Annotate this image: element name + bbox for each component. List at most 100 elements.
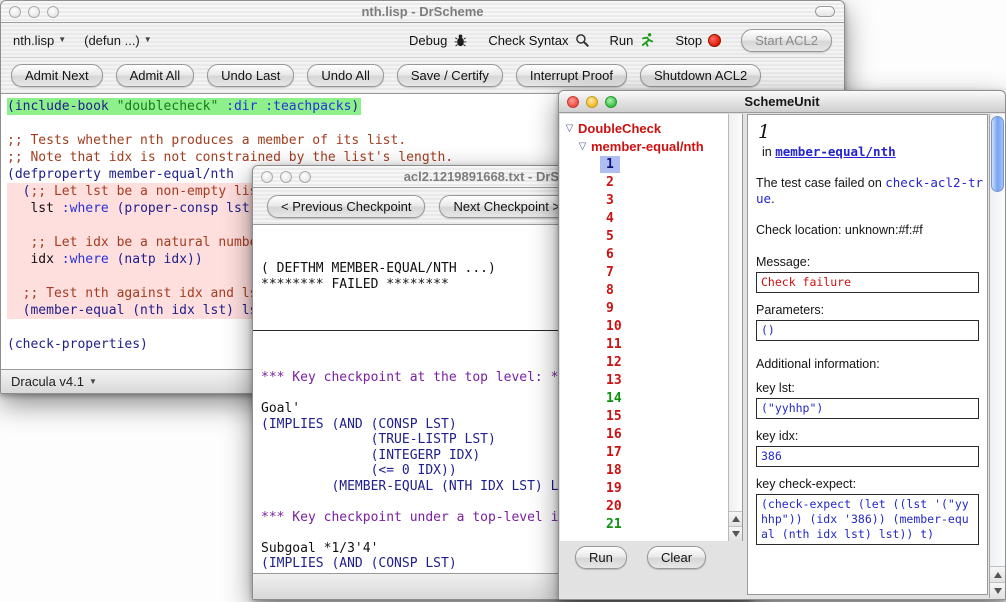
tree-case-14[interactable]: 14 <box>560 389 728 407</box>
w3-titlebar[interactable]: SchemeUnit <box>559 91 1005 113</box>
editor-line: ;; Let idx be a natural number. <box>7 234 271 251</box>
acl2-button-admit-next[interactable]: Admit Next <box>11 64 103 87</box>
additional-info-fields: key lst:("yyhhp")key idx:386key check-ex… <box>756 381 979 545</box>
arrow-down-icon <box>994 588 1002 594</box>
w3-body: ▽ DoubleCheck ▽ member-equal/nth 1234567… <box>559 113 1005 599</box>
file-popup-menu[interactable]: nth.lisp ▼ <box>13 33 66 48</box>
test-detail-panel[interactable]: 1 in member-equal/nth The test case fail… <box>747 114 988 595</box>
w1-close-button[interactable] <box>9 6 21 18</box>
tree-case-19[interactable]: 19 <box>560 479 728 497</box>
run-button[interactable]: Run <box>610 32 656 48</box>
case-number-label: 15 <box>600 408 628 425</box>
w1-minimize-button[interactable] <box>28 6 40 18</box>
case-number-label: 10 <box>600 318 628 335</box>
tree-scrollbar[interactable] <box>728 114 742 541</box>
bug-icon <box>453 33 468 48</box>
defun-popup-menu[interactable]: (defun ...) ▼ <box>84 33 152 48</box>
dropdown-caret-icon: ▼ <box>58 36 66 44</box>
next-checkpoint-button[interactable]: Next Checkpoint > <box>439 195 574 218</box>
case-number: 1 <box>758 121 979 143</box>
tree-case-5[interactable]: 5 <box>560 227 728 245</box>
test-tree[interactable]: ▽ DoubleCheck ▽ member-equal/nth 1234567… <box>560 114 728 541</box>
case-number-label: 9 <box>600 300 620 317</box>
w3-zoom-button[interactable] <box>605 96 617 108</box>
acl2-button-undo-all[interactable]: Undo All <box>307 64 383 87</box>
case-group-link[interactable]: member-equal/nth <box>775 144 895 159</box>
stop-icon <box>708 34 721 47</box>
message-value: Check failure <box>756 272 979 293</box>
detail-field-value: (check-expect (let ((lst '("yyhhp")) (id… <box>756 494 979 545</box>
check-syntax-button[interactable]: Check Syntax <box>488 33 589 48</box>
disclosure-triangle-icon[interactable]: ▽ <box>564 123 575 134</box>
case-context-line: in member-equal/nth <box>762 144 979 159</box>
scroll-down-button[interactable] <box>729 526 742 541</box>
w2-zoom-button[interactable] <box>299 171 311 183</box>
w3-minimize-button[interactable] <box>586 96 598 108</box>
tree-node-member-equal-nth[interactable]: ▽ member-equal/nth <box>560 137 728 155</box>
case-number-label: 12 <box>600 354 628 371</box>
acl2-button-undo-last[interactable]: Undo Last <box>207 64 294 87</box>
tree-case-15[interactable]: 15 <box>560 407 728 425</box>
schemeunit-window: SchemeUnit ▽ DoubleCheck ▽ member-equal/… <box>558 90 1006 600</box>
tree-case-21[interactable]: 21 <box>560 515 728 533</box>
additional-info-label: Additional information: <box>756 357 979 371</box>
tree-case-16[interactable]: 16 <box>560 425 728 443</box>
disclosure-triangle-icon[interactable]: ▽ <box>577 141 588 152</box>
detail-field-value: 386 <box>756 446 979 467</box>
acl2-button-shutdown-acl2[interactable]: Shutdown ACL2 <box>640 64 761 87</box>
run-tests-button[interactable]: Run <box>575 546 627 569</box>
case-number-label: 20 <box>600 498 628 515</box>
tree-case-3[interactable]: 3 <box>560 191 728 209</box>
arrow-up-icon <box>732 516 740 522</box>
dropdown-caret-icon: ▼ <box>144 36 152 44</box>
scroll-up-button[interactable] <box>729 511 742 526</box>
w1-zoom-button[interactable] <box>47 6 59 18</box>
test-tree-panel: ▽ DoubleCheck ▽ member-equal/nth 1234567… <box>560 114 743 541</box>
acl2-button-admit-all[interactable]: Admit All <box>116 64 195 87</box>
acl2-button-interrupt-proof[interactable]: Interrupt Proof <box>516 64 627 87</box>
w2-close-button[interactable] <box>261 171 273 183</box>
editor-line: lst :where (proper-consp lst) <box>7 200 271 217</box>
tree-case-9[interactable]: 9 <box>560 299 728 317</box>
tree-case-10[interactable]: 10 <box>560 317 728 335</box>
tree-case-6[interactable]: 6 <box>560 245 728 263</box>
clear-button[interactable]: Clear <box>647 546 706 569</box>
detail-field-label: key idx: <box>756 429 979 443</box>
arrow-up-icon <box>994 572 1002 578</box>
w1-toolbar-toggle-button[interactable] <box>815 6 835 17</box>
case-number-label: 14 <box>600 390 628 407</box>
debug-button[interactable]: Debug <box>409 33 468 48</box>
scrollbar-thumb[interactable] <box>991 116 1004 192</box>
tree-case-20[interactable]: 20 <box>560 497 728 515</box>
w1-toolbar: nth.lisp ▼ (defun ...) ▼ Debug Check Syn… <box>1 23 844 57</box>
tree-case-1[interactable]: 1 <box>560 155 728 173</box>
w1-window-title: nth.lisp - DrScheme <box>1 4 844 19</box>
previous-checkpoint-button[interactable]: < Previous Checkpoint <box>267 195 425 218</box>
scroll-up-button[interactable] <box>990 566 1005 582</box>
tree-case-17[interactable]: 17 <box>560 443 728 461</box>
case-number-label: 16 <box>600 426 628 443</box>
case-number-label: 4 <box>600 210 620 227</box>
editor-line: ;; Test nth against idx and lst. <box>7 285 271 302</box>
stop-button[interactable]: Stop <box>675 33 721 48</box>
editor-line: (include-book "doublecheck" :dir :teachp… <box>7 98 361 115</box>
tree-node-doublecheck[interactable]: ▽ DoubleCheck <box>560 119 728 137</box>
detail-field-label: key check-expect: <box>756 477 979 491</box>
tree-case-7[interactable]: 7 <box>560 263 728 281</box>
w2-minimize-button[interactable] <box>280 171 292 183</box>
tree-case-4[interactable]: 4 <box>560 209 728 227</box>
detail-field-label: key lst: <box>756 381 979 395</box>
tree-case-2[interactable]: 2 <box>560 173 728 191</box>
acl2-button-save-certify[interactable]: Save / Certify <box>397 64 503 87</box>
start-acl2-button[interactable]: Start ACL2 <box>741 29 832 52</box>
scroll-down-button[interactable] <box>990 582 1005 598</box>
tree-case-11[interactable]: 11 <box>560 335 728 353</box>
dracula-version-menu[interactable]: Dracula v4.1 <box>11 374 84 389</box>
detail-scrollbar[interactable] <box>989 114 1005 598</box>
tree-case-13[interactable]: 13 <box>560 371 728 389</box>
tree-case-18[interactable]: 18 <box>560 461 728 479</box>
tree-case-12[interactable]: 12 <box>560 353 728 371</box>
tree-case-8[interactable]: 8 <box>560 281 728 299</box>
w1-titlebar[interactable]: nth.lisp - DrScheme <box>1 1 844 23</box>
w3-close-button[interactable] <box>567 96 579 108</box>
